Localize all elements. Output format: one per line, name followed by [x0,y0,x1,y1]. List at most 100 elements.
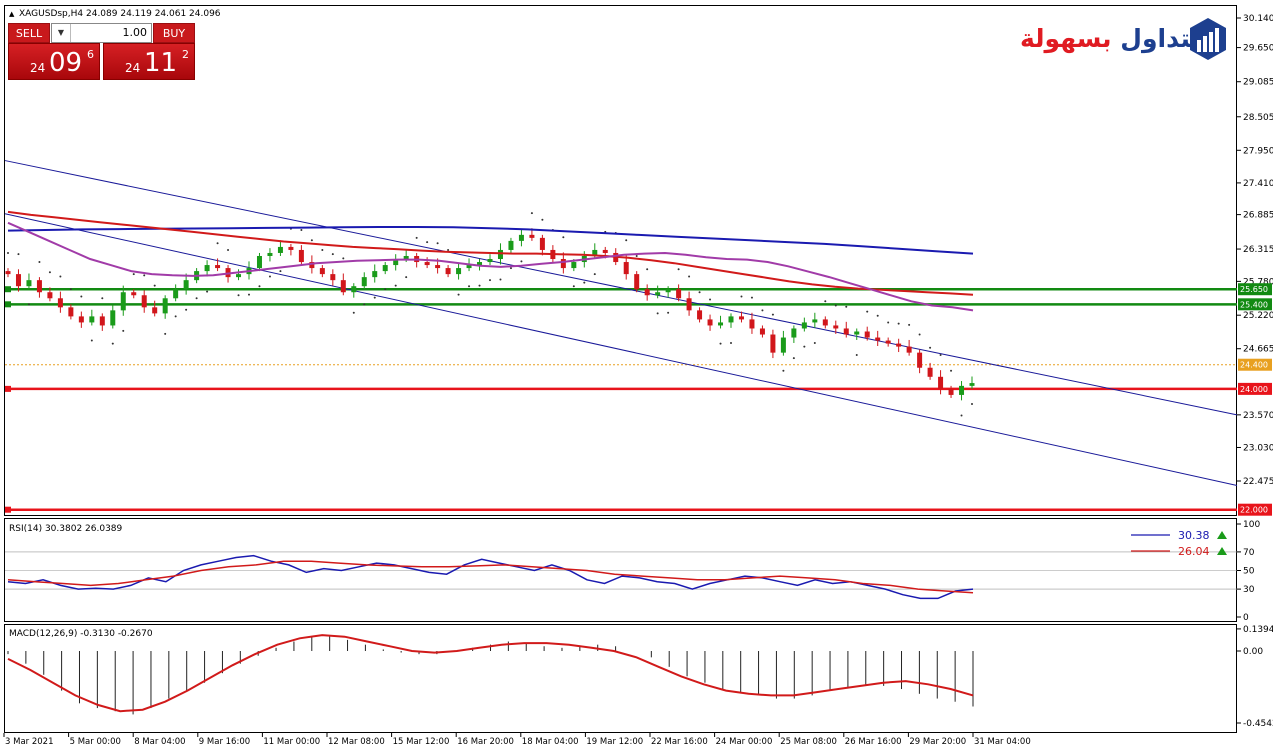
candle-body [896,343,902,347]
sar-dot [38,261,41,264]
sar-dot [688,275,691,278]
ask-price-display[interactable]: 24 11 2 [103,43,195,80]
candle-body [340,280,346,293]
sar-dot [876,314,879,317]
bid-price-display[interactable]: 24 09 6 [8,43,100,80]
candle-body [938,376,944,389]
bid-prefix: 24 [30,61,46,75]
sar-dot [677,268,680,271]
symbol-menu-icon: ▲ [9,10,15,18]
sar-dot [363,303,366,306]
sar-dot [740,295,743,298]
candle-body [277,246,283,253]
candle-body [634,274,640,290]
candle-body [330,274,336,281]
sar-dot [530,212,533,215]
candle-body [36,280,42,293]
sar-dot [562,236,565,239]
price-axis-label: 29.085 [1243,78,1273,88]
sar-dot [405,276,408,279]
candle-body [215,265,221,269]
candle-body [571,262,577,269]
lot-dropdown-icon[interactable]: ▼ [52,24,71,42]
bid-pip-digit: 6 [87,48,94,61]
candle-body [759,328,765,335]
sar-dot [520,260,523,263]
sar-dot [447,248,450,251]
sar-dot [709,298,712,301]
candle-body [529,234,535,238]
sar-dot [352,311,355,314]
candle-body [47,292,53,299]
sar-dot [342,257,345,260]
sar-dot [216,242,219,245]
candle-body [665,289,671,293]
channel-line-0 [4,160,1238,416]
candle-body [655,292,661,296]
candle-body [644,289,650,296]
sar-dot [59,275,62,278]
price-axis-label: 26.885 [1243,211,1273,221]
candle-body [372,271,378,278]
price-chart[interactable]: 30.140 29.650 29.085 28.505 27.950 27.410 26.8… [0,0,1273,747]
candle-body [382,265,388,272]
candle-body [812,319,818,323]
candle-body [843,328,849,335]
time-axis-label: 29 Mar 20:00 [909,737,966,747]
candle-body [256,255,262,269]
sar-dot [803,345,806,348]
candle-body [236,274,242,278]
candle-body [623,262,629,275]
candle-body [5,271,11,275]
price-axis-label: 23.030 [1243,443,1273,453]
sar-dot [971,402,973,405]
price-axis-label: 30.140 [1243,14,1273,24]
lot-size-field[interactable]: ▼ 1.00 [51,23,152,43]
candle-body [707,319,713,326]
candle-body [351,286,357,293]
rsi-axis-label: 100 [1243,520,1260,530]
main-panel-frame [4,5,1237,516]
level-anchor-1 [5,301,11,308]
candle-body [864,331,870,338]
sar-dot [834,304,837,307]
rsi-axis-label: 70 [1243,548,1255,558]
sar-dot [237,294,240,297]
time-axis-label: 3 Mar 2021 [5,737,53,747]
candle-body [801,322,807,329]
price-axis-label: 23.570 [1243,411,1273,421]
candle-body [298,249,304,263]
rsi-title: RSI(14) 30.3802 26.0389 [9,524,123,534]
macd-panel-frame [4,624,1237,733]
sar-dot [436,242,439,245]
rsi-signal-line [7,560,974,594]
candle-body [204,265,210,272]
time-axis-label: 24 Mar 00:00 [716,737,773,747]
rsi-panel-frame [4,518,1237,622]
candle-body [361,277,367,287]
rsi-axis-label: 50 [1243,567,1255,577]
candle-body [288,246,294,250]
sar-dot [27,303,30,306]
chart-symbol-info: XAGUSDsp,H4 24.089 24.119 24.061 24.096 [19,9,221,19]
rsi-line [7,554,974,600]
candle-body [539,237,545,250]
candle-body [152,307,158,314]
rsi-axis-label: 30 [1243,585,1255,595]
level-label-3: 24.000 [1240,385,1268,394]
price-axis-label: 26.315 [1243,245,1273,255]
sell-button[interactable]: SELL [8,23,50,43]
sar-dot [929,346,932,349]
candle-body [173,289,179,299]
buy-button[interactable]: BUY [153,23,195,43]
candle-body [508,240,514,250]
candle-body [885,340,891,344]
macd-axis-label: 0.1394 [1243,625,1273,635]
candle-body [697,310,703,320]
price-axis-label: 29.650 [1243,44,1273,54]
sar-dot [572,285,575,288]
sar-dot [164,332,167,335]
candle-body [435,265,441,269]
time-axis-label: 12 Mar 08:00 [328,737,385,747]
candle-body [110,310,116,326]
